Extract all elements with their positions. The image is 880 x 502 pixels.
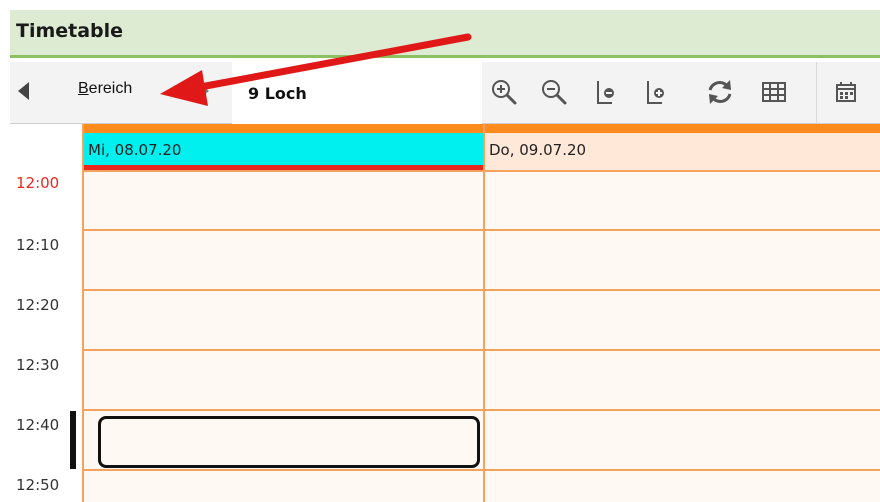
grid-line (82, 229, 880, 231)
refresh-icon[interactable] (704, 76, 736, 108)
grid-line (82, 124, 84, 502)
grid-line (483, 124, 485, 502)
selection-marker (70, 411, 76, 469)
remove-column-icon[interactable] (590, 76, 622, 108)
calendar-grid: Mi, 08.07.20 Do, 09.07.20 12:00 12:10 12… (10, 124, 880, 502)
grid-line (82, 170, 880, 172)
window-title: Timetable (16, 20, 124, 42)
time-label: 12:30 (16, 356, 60, 374)
selected-time-slot[interactable] (98, 416, 480, 468)
time-label: 12:10 (16, 236, 60, 254)
previous-arrow-icon[interactable] (18, 82, 29, 100)
toolbar: Bereich 9 Loch (10, 62, 880, 124)
calendar-icon[interactable] (830, 76, 862, 108)
table-view-icon[interactable] (758, 76, 790, 108)
title-bar: Timetable (10, 10, 880, 58)
grid-line (82, 349, 880, 351)
day-column-2[interactable] (485, 170, 880, 502)
day-header-label: Mi, 08.07.20 (88, 141, 182, 159)
time-label: 12:50 (16, 476, 60, 494)
area-selector-label[interactable]: Bereich (78, 80, 132, 98)
grid-line (82, 409, 880, 411)
time-label: 12:40 (16, 416, 60, 434)
add-column-icon[interactable] (640, 76, 672, 108)
area-value-field[interactable]: 9 Loch (232, 62, 482, 124)
day-header-label: Do, 09.07.20 (489, 141, 587, 159)
time-label: 12:00 (16, 174, 60, 192)
zoom-in-icon[interactable] (488, 76, 520, 108)
grid-line (82, 469, 880, 471)
header-accent-bar (82, 124, 880, 133)
day-header-2[interactable]: Do, 09.07.20 (483, 133, 880, 170)
time-label: 12:20 (16, 296, 60, 314)
area-arrow-icon (200, 84, 209, 98)
grid-line (82, 289, 880, 291)
zoom-out-icon[interactable] (538, 76, 570, 108)
area-label-mnemonic: B (78, 80, 89, 97)
toolbar-divider (816, 62, 817, 124)
area-value: 9 Loch (248, 84, 307, 103)
area-label-rest: ereich (88, 80, 133, 97)
day-header-1[interactable]: Mi, 08.07.20 (82, 133, 483, 170)
